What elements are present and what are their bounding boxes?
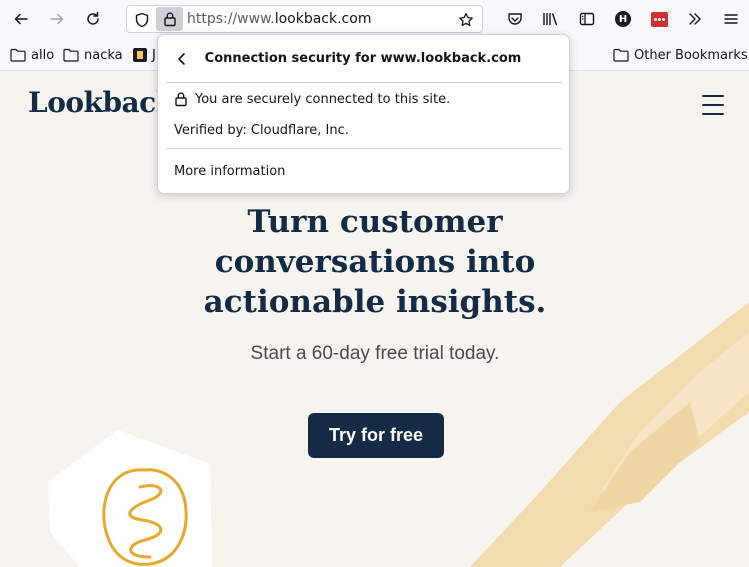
popup-divider [166,148,562,149]
bookmark-label: nacka [84,47,123,63]
password-extension-button[interactable] [645,5,673,33]
hamburger-line [702,104,724,106]
bookmark-label: allo [31,47,55,63]
lock-icon [163,12,176,27]
overflow-button[interactable] [681,5,709,33]
reload-icon [87,11,99,25]
secure-connection-text: You are securely connected to this site. [195,91,451,107]
tracking-protection-icon[interactable] [130,8,154,32]
menu-icon [724,14,738,24]
folder-icon [63,48,79,62]
folder-icon [10,48,26,62]
bookmark-folder-nacka[interactable]: nacka [63,46,123,64]
pocket-button[interactable] [501,5,529,33]
browser-toolbar: https://www.lookback.com H [0,0,749,38]
lookback-logo[interactable]: Lookback [28,86,175,119]
secure-connection-row: You are securely connected to this site. [174,91,450,107]
white-hexagon-graphic [48,430,212,567]
try-for-free-button[interactable]: Try for free [308,413,444,458]
connection-security-popup: Connection security for www.lookback.com… [157,34,570,194]
headline-line: conversations into [214,244,536,280]
profile-extension-button[interactable]: H [609,5,637,33]
bookmark-star-button[interactable] [454,8,478,32]
headline-line: Turn customer [247,204,503,240]
sidebar-button[interactable] [573,5,601,33]
sidebar-icon [579,12,595,26]
hamburger-line [702,95,724,97]
popup-back-button[interactable] [170,47,194,71]
profile-avatar-icon: H [615,11,631,27]
bookmark-item-j[interactable]: J [133,46,156,64]
hero-subheading: Start a 60-day free trial today. [250,343,500,364]
library-button[interactable] [537,5,565,33]
more-information-link[interactable]: More information [174,164,285,179]
url-host: lookback.com [274,11,372,27]
app-menu-button[interactable] [717,5,745,33]
chevron-left-icon [178,53,185,65]
chevron-double-right-icon [689,13,701,25]
other-bookmarks[interactable]: Other Bookmarks [613,46,748,64]
url-bar[interactable]: https://www.lookback.com [126,5,483,33]
pocket-icon [508,13,522,25]
star-icon [459,12,473,27]
hamburger-menu-button[interactable] [702,94,724,116]
arrow-right-icon [50,13,64,25]
other-bookmarks-label: Other Bookmarks [634,47,748,63]
verified-by-text: Verified by: Cloudflare, Inc. [174,123,349,138]
hero-headline: Turn customer conversations into actiona… [175,202,575,322]
url-text[interactable]: https://www.lookback.com [187,11,371,27]
bookmark-folder-allo[interactable]: allo [10,46,54,64]
profile-initial: H [618,13,628,25]
hamburger-line [702,113,724,115]
lock-icon [175,92,187,107]
site-security-button[interactable] [156,7,183,31]
headline-line: actionable insights. [203,284,547,320]
arrow-left-icon [14,13,28,25]
popup-divider [166,82,562,83]
bookmark-label: J [152,47,156,63]
url-prefix: https://www. [187,11,275,27]
password-manager-icon [650,11,668,27]
verified-by-row: Verified by: Cloudflare, Inc. [174,123,349,138]
popup-title: Connection security for www.lookback.com [204,51,522,66]
film-strip-icon [133,48,147,62]
forward-button[interactable] [43,5,71,33]
yellow-brush-stroke-graphic [470,302,749,567]
back-button[interactable] [7,5,35,33]
folder-icon [613,48,629,62]
reload-button[interactable] [79,5,107,33]
library-icon [543,13,558,26]
